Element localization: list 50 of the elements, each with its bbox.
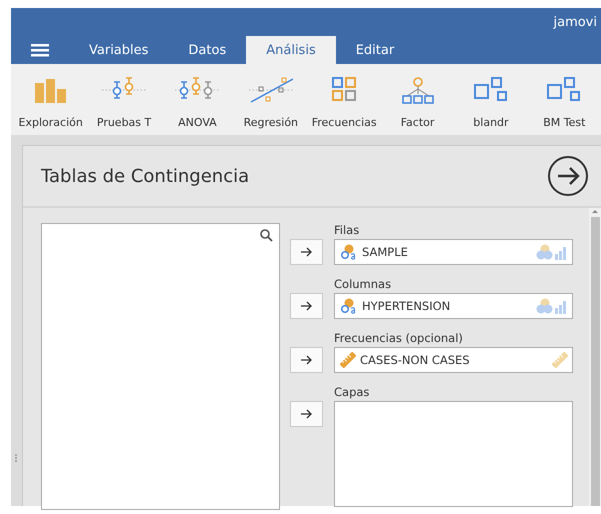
toolbar-button-label[interactable]: Factor xyxy=(400,116,434,129)
measure-type-icon xyxy=(536,244,568,260)
scatter-line-icon[interactable] xyxy=(248,77,293,104)
toolbar-button-label[interactable]: ANOVA xyxy=(178,116,217,129)
right-arrow-icon xyxy=(300,355,312,365)
panel-title: Tablas de Contingencia xyxy=(41,166,250,186)
menu-icon[interactable] xyxy=(31,43,49,57)
variable-name: CASES-NON CASES xyxy=(360,353,471,367)
toolbar-button-label[interactable]: Regresión xyxy=(244,116,298,129)
target-label: Columnas xyxy=(334,277,392,291)
search-icon xyxy=(260,229,273,242)
menu-tab[interactable]: Variables xyxy=(69,36,168,64)
move-button[interactable] xyxy=(290,401,323,427)
toolbar-button-label[interactable]: BM Test xyxy=(543,116,586,129)
target-field[interactable]: SAMPLE xyxy=(334,239,573,265)
toolbar-button-label[interactable]: Pruebas T xyxy=(96,116,152,129)
toolbar-button-label[interactable]: Exploración xyxy=(18,116,83,129)
scroll-up-icon xyxy=(591,208,599,214)
variable-name: SAMPLE xyxy=(362,245,409,259)
hierarchy-icon[interactable] xyxy=(402,77,434,104)
move-button[interactable] xyxy=(290,293,323,319)
nominal-variable-icon xyxy=(340,244,358,260)
target-field[interactable]: CASES-NON CASES xyxy=(334,347,573,373)
nominal-variable-icon xyxy=(340,298,358,314)
module-icon[interactable] xyxy=(474,77,508,104)
right-arrow-icon xyxy=(300,409,312,419)
ruler-icon xyxy=(552,352,568,368)
move-button[interactable] xyxy=(290,347,323,373)
measure-type-icon xyxy=(536,298,568,314)
menu-tab[interactable]: Análisis xyxy=(246,36,336,64)
variable-name: HYPERTENSION xyxy=(362,299,452,313)
target-field[interactable]: HYPERTENSION xyxy=(334,293,573,319)
right-arrow-icon xyxy=(300,247,312,257)
menu-tab[interactable]: Datos xyxy=(168,36,246,64)
menu-tab[interactable]: Editar xyxy=(336,36,414,64)
toolbar-button-label[interactable]: blandr xyxy=(473,116,509,129)
grip-icon xyxy=(14,453,18,463)
target-label: Filas xyxy=(334,223,360,237)
module-icon[interactable] xyxy=(547,77,582,104)
target-list[interactable] xyxy=(334,401,573,507)
ruler-icon xyxy=(340,352,356,368)
scrollbar[interactable] xyxy=(589,208,601,506)
grid-icon[interactable] xyxy=(332,77,356,104)
bar-chart-icon[interactable] xyxy=(34,77,68,104)
target-label: Capas xyxy=(334,385,370,399)
toolbar-button-label[interactable]: Frecuencias xyxy=(312,116,377,129)
right-arrow-icon xyxy=(300,301,312,311)
target-label: Frecuencias (opcional) xyxy=(334,331,464,345)
move-button[interactable] xyxy=(290,239,323,265)
app-title: jamovi xyxy=(553,14,597,30)
